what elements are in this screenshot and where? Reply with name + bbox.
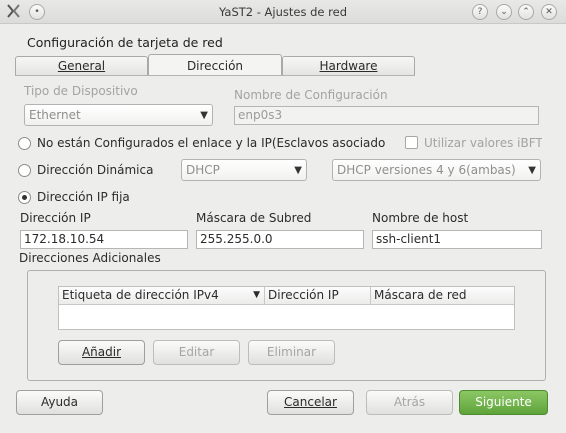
tab-direccion-label: Dirección (186, 59, 244, 73)
help-button-label: Ayuda (40, 395, 79, 409)
subnet-mask-label: Máscara de Subred (196, 211, 312, 225)
ibft-checkbox[interactable] (405, 136, 418, 149)
additional-addresses-label: Direcciones Adicionales (19, 251, 161, 265)
maximize-icon[interactable]: ⌃ (518, 4, 534, 20)
hostname-label: Nombre de host (372, 211, 469, 225)
tab-general-label: General (57, 59, 106, 73)
dhcp-value: DHCP (186, 163, 220, 177)
back-button[interactable]: Atrás (366, 390, 453, 415)
edit-button[interactable]: Editar (153, 340, 240, 365)
tab-direccion[interactable]: Dirección (148, 54, 282, 76)
tab-hardware-label: Hardware (319, 59, 378, 73)
ibft-checkbox-label: Utilizar valores iBFT (424, 136, 542, 150)
chevron-down-icon: ▼ (528, 165, 536, 176)
radio-static[interactable] (18, 191, 31, 204)
title-bar: • YaST2 - Ajustes de red ? ⌄ ⌃ ✕ (0, 0, 566, 24)
ip-address-field[interactable]: 172.18.10.54 (20, 230, 188, 249)
cancel-button[interactable]: Cancelar (267, 390, 354, 415)
hostname-field[interactable]: ssh-client1 (372, 230, 542, 249)
radio-unconfigured[interactable] (18, 137, 31, 150)
column-label-text: Etiqueta de dirección IPv4 (62, 288, 219, 302)
delete-button[interactable]: Eliminar (248, 340, 335, 365)
sort-arrow-icon: ▼ (253, 290, 260, 300)
cancel-button-label: Cancelar (284, 395, 337, 409)
config-name-label: Nombre de Configuración (234, 88, 388, 102)
tab-underline (15, 75, 415, 76)
dhcp-select[interactable]: DHCP ▼ (181, 159, 307, 181)
column-header-label[interactable]: Etiqueta de dirección IPv4 ▼ (59, 287, 265, 305)
help-button[interactable]: Ayuda (16, 390, 103, 415)
next-button[interactable]: Siguiente (459, 390, 548, 415)
tab-general[interactable]: General (15, 56, 148, 76)
column-header-netmask[interactable]: Máscara de red (371, 287, 514, 305)
chevron-down-icon: ▼ (294, 165, 302, 176)
back-button-label: Atrás (393, 395, 426, 409)
additional-addresses-table[interactable]: Etiqueta de dirección IPv4 ▼ Dirección I… (58, 286, 515, 330)
dhcp-version-value: DHCP versiones 4 y 6(ambas) (337, 163, 516, 177)
help-icon[interactable]: ? (472, 4, 488, 20)
delete-button-label: Eliminar (266, 345, 317, 359)
device-type-value: Ethernet (29, 108, 81, 122)
device-type-label: Tipo de Dispositivo (24, 84, 138, 98)
radio-dynamic-label: Dirección Dinámica (37, 163, 154, 177)
config-name-field[interactable]: enp0s3 (234, 106, 539, 125)
radio-dynamic[interactable] (18, 164, 31, 177)
radio-unconfigured-label: No están Configurados el enlace y la IP(… (37, 136, 386, 150)
close-icon[interactable]: ✕ (541, 4, 557, 20)
table-header: Etiqueta de dirección IPv4 ▼ Dirección I… (59, 287, 514, 305)
next-button-label: Siguiente (475, 395, 532, 409)
add-button-label: Añadir (81, 345, 122, 359)
radio-static-label: Dirección IP fija (37, 190, 130, 204)
subnet-mask-field[interactable]: 255.255.0.0 (196, 230, 364, 249)
add-button[interactable]: Añadir (58, 340, 145, 365)
tab-hardware[interactable]: Hardware (282, 56, 415, 76)
dhcp-version-select[interactable]: DHCP versiones 4 y 6(ambas) ▼ (332, 159, 541, 181)
edit-button-label: Editar (178, 345, 215, 359)
page-title: Configuración de tarjeta de red (27, 35, 223, 50)
device-type-select[interactable]: Ethernet ▼ (24, 104, 213, 126)
column-header-ip[interactable]: Dirección IP (265, 287, 371, 305)
chevron-down-icon: ▼ (200, 110, 208, 121)
minimize-icon[interactable]: ⌄ (496, 4, 512, 20)
ip-address-label: Dirección IP (20, 211, 91, 225)
